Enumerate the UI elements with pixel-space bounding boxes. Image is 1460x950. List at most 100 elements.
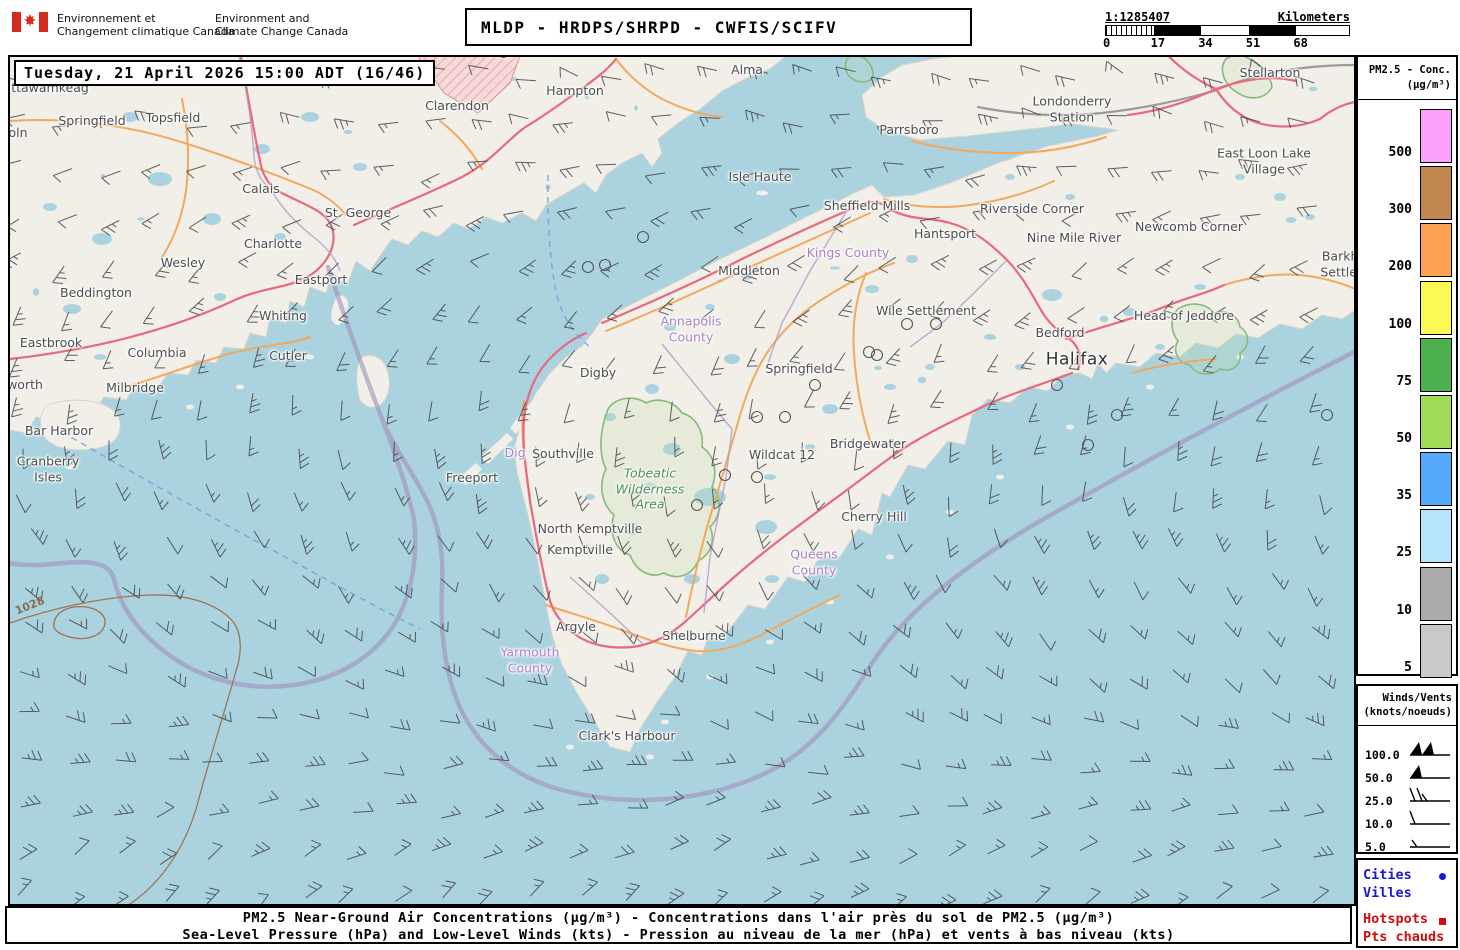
wind-barb bbox=[1319, 495, 1333, 516]
wind-barb bbox=[439, 713, 461, 724]
wind-barb bbox=[397, 631, 416, 643]
winds-legend: Winds/Vents (knots/noeuds) 100.0 50.0 25.0… bbox=[1356, 684, 1458, 854]
wind-barb bbox=[1130, 625, 1149, 640]
wind-barb bbox=[1120, 719, 1140, 730]
wind-barb bbox=[1226, 587, 1243, 606]
wind-barb bbox=[950, 674, 969, 690]
calm-wind-circle bbox=[1081, 438, 1095, 452]
wind-barb bbox=[248, 752, 270, 764]
wind-barb bbox=[1307, 588, 1324, 607]
wind-barb bbox=[396, 793, 417, 805]
wind-barb bbox=[849, 804, 870, 816]
scale-segment bbox=[1248, 26, 1297, 35]
wind-barb bbox=[209, 803, 230, 816]
scale-tick: 34 bbox=[1198, 36, 1213, 50]
wind-barb bbox=[344, 627, 363, 642]
lake bbox=[705, 304, 715, 310]
wind-barb bbox=[1212, 488, 1223, 509]
legend-divider bbox=[1358, 99, 1456, 100]
hotspots-label-fr: Pts chauds bbox=[1363, 929, 1445, 945]
wind-barb bbox=[115, 482, 132, 502]
wind-barb bbox=[1168, 528, 1184, 547]
wind-barb bbox=[1210, 446, 1223, 467]
wind-barb bbox=[983, 713, 1002, 725]
wind-barb bbox=[337, 585, 355, 604]
wind-barb bbox=[518, 355, 531, 374]
lake bbox=[148, 172, 172, 186]
wind-barb bbox=[65, 539, 82, 558]
wind-barb bbox=[524, 629, 543, 644]
lake bbox=[585, 494, 595, 500]
wind-barb bbox=[614, 844, 635, 859]
wind-barb bbox=[625, 882, 640, 901]
wind-barb bbox=[782, 122, 803, 135]
wind-barb bbox=[1224, 678, 1243, 694]
wind-barb bbox=[1318, 674, 1337, 690]
wind-barb bbox=[830, 167, 852, 179]
wind-barb bbox=[582, 759, 604, 772]
lake bbox=[1005, 174, 1015, 180]
wind-barb bbox=[988, 484, 1000, 505]
wind-barb bbox=[196, 400, 208, 421]
lake bbox=[764, 474, 776, 480]
lake bbox=[724, 354, 740, 364]
wind-barb bbox=[945, 622, 963, 639]
wind-barb bbox=[150, 400, 162, 420]
wind-barb bbox=[563, 311, 577, 330]
islet bbox=[1066, 424, 1074, 430]
lake bbox=[830, 266, 840, 270]
wind-barb bbox=[1177, 630, 1196, 645]
wind-barb bbox=[248, 436, 259, 457]
wind-barb bbox=[985, 665, 1004, 680]
wind-barb bbox=[902, 484, 916, 505]
lake bbox=[984, 334, 996, 340]
wind-barb bbox=[428, 401, 439, 422]
wind-barb bbox=[1266, 530, 1277, 551]
lake bbox=[1274, 193, 1286, 201]
pm25-threshold-value: 200 bbox=[1388, 259, 1412, 275]
islet bbox=[566, 744, 574, 750]
lake bbox=[1065, 194, 1075, 200]
wind-barb bbox=[1263, 669, 1281, 685]
wind-barb bbox=[1080, 762, 1101, 774]
wind-barb bbox=[808, 891, 825, 904]
wind-barb bbox=[947, 796, 969, 807]
winds-legend-title: Winds/Vents (knots/noeuds) bbox=[1363, 692, 1452, 718]
wind-barb bbox=[626, 755, 647, 766]
lake bbox=[137, 217, 145, 221]
wind-barb bbox=[1039, 675, 1058, 687]
wind-barb bbox=[516, 306, 533, 325]
wind-barb bbox=[899, 805, 920, 817]
pm25-swatch bbox=[1420, 280, 1452, 335]
wind-barb bbox=[153, 491, 169, 511]
wind-barb bbox=[251, 579, 270, 596]
wind-barb-glyph bbox=[1409, 810, 1450, 825]
calm-wind-circle bbox=[1110, 408, 1124, 422]
wind-barb bbox=[434, 448, 447, 470]
calm-wind-circle bbox=[1320, 408, 1334, 422]
wind-barb bbox=[1130, 800, 1152, 811]
wind-barb bbox=[850, 882, 870, 898]
pm25-legend-title: PM2.5 - Conc. (µg/m³) bbox=[1368, 64, 1451, 91]
scale-segment bbox=[1296, 26, 1344, 35]
wind-barb bbox=[1261, 838, 1282, 852]
lake bbox=[925, 364, 935, 370]
wind-barb bbox=[305, 755, 326, 767]
wind-barb bbox=[672, 751, 694, 761]
wind-barb bbox=[1305, 712, 1325, 727]
wind-barb bbox=[22, 448, 33, 470]
wind-barb bbox=[305, 881, 323, 899]
wind-barb bbox=[65, 710, 86, 723]
wind-barb bbox=[1311, 750, 1333, 761]
lake bbox=[884, 384, 896, 390]
wind-barb bbox=[983, 889, 1003, 904]
wind-barb bbox=[30, 528, 48, 545]
wind-barb bbox=[903, 581, 920, 600]
wind-barb bbox=[734, 217, 753, 234]
scale-tick: 0 bbox=[1103, 36, 1111, 50]
islet bbox=[886, 554, 894, 560]
wind-barb bbox=[1132, 530, 1149, 550]
wind-barb bbox=[527, 673, 548, 686]
wind-barb bbox=[644, 172, 666, 185]
wind-barb bbox=[1032, 576, 1048, 596]
